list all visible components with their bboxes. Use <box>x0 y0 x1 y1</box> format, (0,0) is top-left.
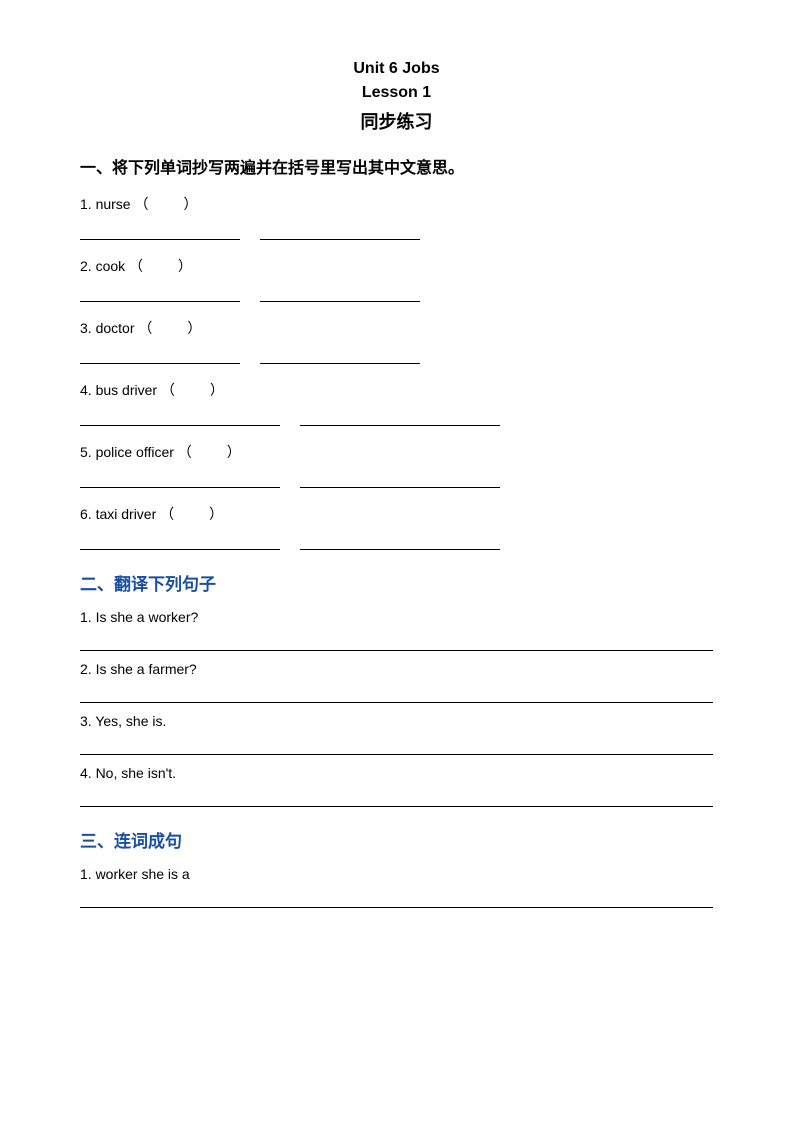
word-order-item-1: 1. worker she is a <box>80 866 713 908</box>
subtitle: 同步练习 <box>80 108 713 134</box>
write-line-cook-2[interactable] <box>260 282 420 302</box>
vocab-item-police-officer: 5. police officer （ ） <box>80 442 713 488</box>
translate-label-4: 4. No, she isn't. <box>80 765 713 781</box>
section-two-heading: 二、翻译下列句子 <box>80 570 713 595</box>
write-lines-bus-driver <box>80 406 713 426</box>
word-order-label-1: 1. worker she is a <box>80 866 713 882</box>
section-two: 二、翻译下列句子 1. Is she a worker? 2. Is she a… <box>80 570 713 807</box>
translate-item-1: 1. Is she a worker? <box>80 609 713 651</box>
vocab-item-bus-driver: 4. bus driver （ ） <box>80 380 713 426</box>
translate-label-2: 2. Is she a farmer? <box>80 661 713 677</box>
answer-line-3[interactable] <box>80 731 713 755</box>
vocab-item-doctor: 3. doctor （ ） <box>80 318 713 364</box>
vocab-item-taxi-driver: 6. taxi driver （ ） <box>80 504 713 550</box>
section-one: 一、将下列单词抄写两遍并在括号里写出其中文意思。 1. nurse （ ） 2.… <box>80 154 713 550</box>
lesson-title: Lesson 1 <box>80 84 713 102</box>
vocab-label-police-officer: 5. police officer （ ） <box>80 442 713 462</box>
vocab-label-doctor: 3. doctor （ ） <box>80 318 713 338</box>
write-line-nurse-2[interactable] <box>260 220 420 240</box>
page-header: Unit 6 Jobs Lesson 1 同步练习 <box>80 60 713 134</box>
vocab-label-nurse: 1. nurse （ ） <box>80 194 713 214</box>
write-line-taxi-driver-1[interactable] <box>80 530 280 550</box>
write-line-bus-driver-2[interactable] <box>300 406 500 426</box>
write-line-police-officer-2[interactable] <box>300 468 500 488</box>
vocab-label-bus-driver: 4. bus driver （ ） <box>80 380 713 400</box>
write-line-doctor-2[interactable] <box>260 344 420 364</box>
translate-label-1: 1. Is she a worker? <box>80 609 713 625</box>
write-line-cook-1[interactable] <box>80 282 240 302</box>
section-one-heading: 一、将下列单词抄写两遍并在括号里写出其中文意思。 <box>80 154 713 178</box>
word-order-answer-1[interactable] <box>80 884 713 908</box>
vocab-label-taxi-driver: 6. taxi driver （ ） <box>80 504 713 524</box>
translate-item-3: 3. Yes, she is. <box>80 713 713 755</box>
write-lines-doctor <box>80 344 713 364</box>
translate-item-4: 4. No, she isn't. <box>80 765 713 807</box>
section-three-heading: 三、连词成句 <box>80 827 713 852</box>
answer-line-2[interactable] <box>80 679 713 703</box>
vocab-label-cook: 2. cook （ ） <box>80 256 713 276</box>
write-line-bus-driver-1[interactable] <box>80 406 280 426</box>
vocab-item-cook: 2. cook （ ） <box>80 256 713 302</box>
translate-item-2: 2. Is she a farmer? <box>80 661 713 703</box>
write-line-police-officer-1[interactable] <box>80 468 280 488</box>
section-three: 三、连词成句 1. worker she is a <box>80 827 713 908</box>
answer-line-1[interactable] <box>80 627 713 651</box>
vocab-item-nurse: 1. nurse （ ） <box>80 194 713 240</box>
write-lines-nurse <box>80 220 713 240</box>
unit-title: Unit 6 Jobs <box>80 60 713 78</box>
write-line-doctor-1[interactable] <box>80 344 240 364</box>
write-line-nurse-1[interactable] <box>80 220 240 240</box>
translate-label-3: 3. Yes, she is. <box>80 713 713 729</box>
write-lines-police-officer <box>80 468 713 488</box>
answer-line-4[interactable] <box>80 783 713 807</box>
write-lines-taxi-driver <box>80 530 713 550</box>
write-line-taxi-driver-2[interactable] <box>300 530 500 550</box>
write-lines-cook <box>80 282 713 302</box>
